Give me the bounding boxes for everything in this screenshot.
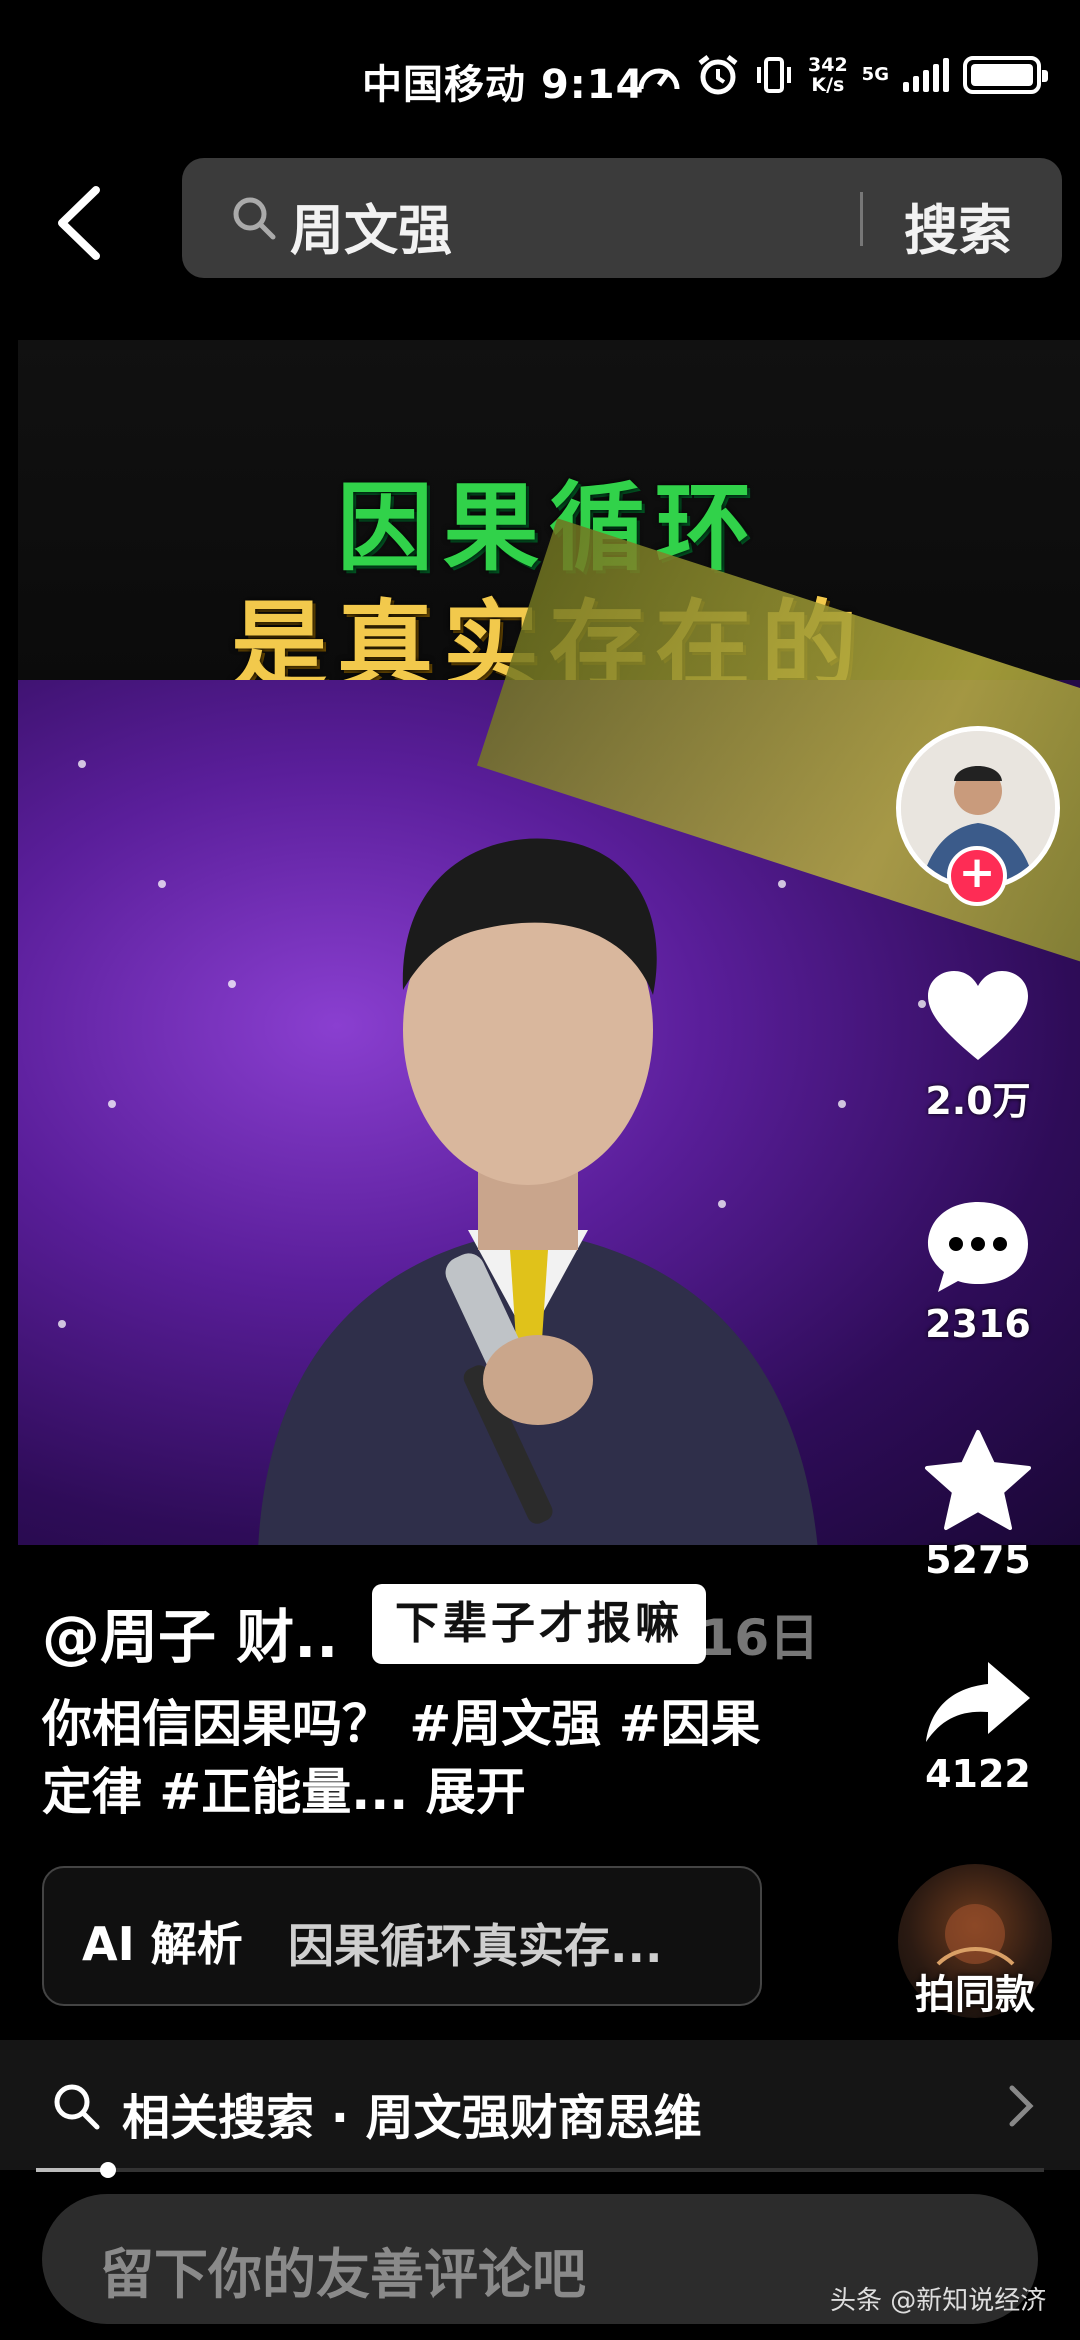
video-progress-fill [36,2168,108,2172]
battery-icon [962,56,1048,94]
video-player[interactable]: 因果循环 是真实存在的 [18,340,1080,1545]
clock: 9:14 [540,62,645,108]
search-bar[interactable]: 周文强 搜索 [182,158,1062,278]
signal-icon [902,58,949,92]
post-description: 你相信因果吗？ #周文强 #因果定律 #正能量... 展开 [42,1690,762,1826]
status-icons: 342 K/s 5G [636,48,1048,102]
chevron-right-icon [1009,2085,1034,2127]
search-divider [860,192,863,246]
star-icon [925,1430,1031,1530]
search-button[interactable]: 搜索 [904,186,1012,265]
speaker-figure [258,838,818,1545]
share-count: 4122 [925,1752,1031,1796]
network-type: 5G [861,64,889,85]
share-button[interactable]: 4122 [905,1658,1051,1796]
same-style-label[interactable]: 拍同款 [880,1962,1070,2020]
comment-button[interactable]: 2316 [905,1196,1051,1346]
heart-icon [928,971,1028,1060]
network-speed-unit: K/s [811,74,845,96]
carrier-name: 中国移动 [362,62,526,108]
network-speed-value: 342 [808,54,848,76]
follow-button[interactable]: + [947,846,1007,906]
alarm-icon [698,55,738,95]
search-icon [233,197,276,240]
back-button[interactable] [50,178,120,268]
like-count: 2.0万 [925,1079,1031,1123]
video-progress-track[interactable] [36,2168,1044,2172]
vibrate-icon [757,57,791,93]
status-bar: 中国移动 9:14 342 K/s 5G [0,0,1080,150]
video-progress-handle[interactable] [100,2162,116,2178]
search-icon [54,2084,100,2130]
favorite-button[interactable]: 5275 [905,1428,1051,1582]
expand-link[interactable]: 展开 [426,1763,526,1821]
search-input[interactable]: 周文强 [290,186,452,265]
comment-bubble-icon [928,1202,1028,1292]
share-arrow-icon [926,1662,1030,1742]
watermark: 头条 @新知说经济 [830,2286,1047,2316]
ai-analysis-card[interactable]: AI 解析 因果循环真实存... [42,1866,762,2006]
ai-label: AI 解析 [82,1917,243,1971]
author-name[interactable]: @周子 财.. [42,1590,338,1674]
comment-count: 2316 [925,1302,1031,1346]
like-button[interactable]: 2.0万 [905,968,1051,1125]
chevron-left-icon [58,186,100,260]
ai-summary: 因果循环真实存... [288,1919,663,1973]
speedometer-icon [638,68,680,90]
status-carrier-time: 中国移动 9:14 [362,52,644,110]
network-speed: 342 K/s [808,55,848,95]
related-search-text: 相关搜索 · 周文强财商思维 [122,2090,702,2146]
description-text: 你相信因果吗？ #周文强 #因果定律 #正能量... [42,1695,761,1821]
related-search-bar[interactable]: 相关搜索 · 周文强财商思维 [0,2040,1080,2170]
favorite-count: 5275 [925,1538,1031,1582]
video-sticker-text: 下辈子才报嘛 [372,1584,706,1664]
comment-placeholder: 留下你的友善评论吧 [100,2243,586,2306]
